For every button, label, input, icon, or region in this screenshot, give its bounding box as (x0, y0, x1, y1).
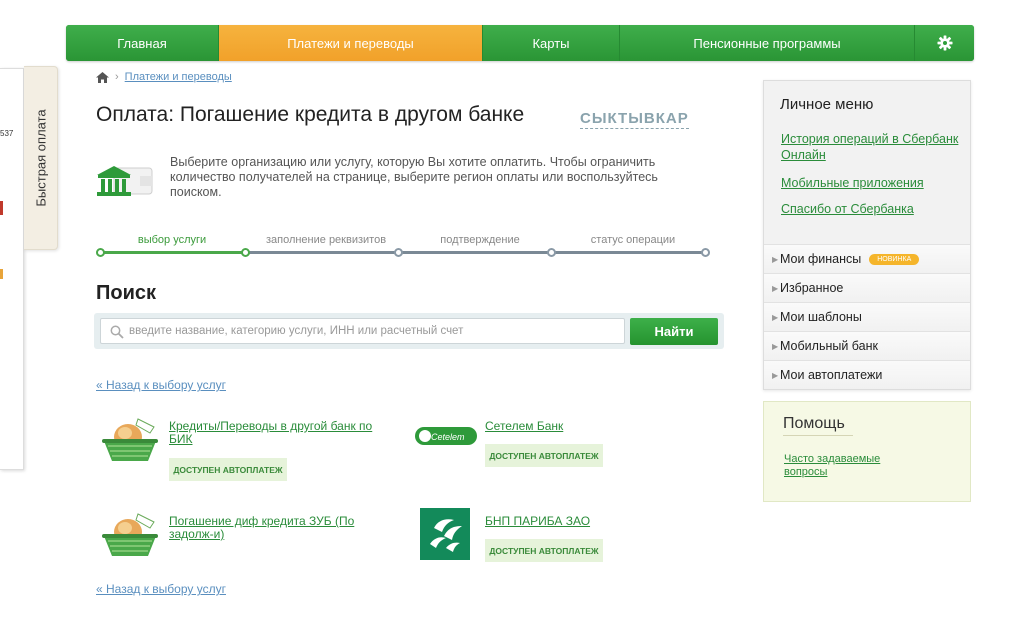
menu-link-spasibo[interactable]: Спасибо от Сбербанка (781, 201, 961, 217)
step-label-select: выбор услуги (137, 234, 207, 246)
service-name[interactable]: Погашение диф кредита ЗУБ (По задолж-и) (169, 515, 369, 541)
cetelem-logo-text: Cetelem (431, 432, 465, 442)
new-badge: НОВИНКА (869, 253, 920, 265)
menu-link-mobile-apps[interactable]: Мобильные приложения (781, 175, 961, 191)
menu-link-history[interactable]: История операций в Сбербанк Онлайн (781, 131, 961, 163)
quick-pay-marker (0, 269, 3, 279)
autopay-badge: ДОСТУПЕН АВТОПЛАТЕЖ (169, 458, 287, 481)
back-to-services-link[interactable]: « Назад к выбору услуг (96, 378, 226, 392)
help-faq-link[interactable]: Часто задаваемые вопросы (784, 453, 904, 479)
quick-pay-fragment: 537 (0, 129, 14, 138)
search-input[interactable]: введите название, категорию услуги, ИНН … (100, 318, 625, 344)
breadcrumb-separator: › (115, 71, 119, 83)
service-item[interactable]: Кредиты/Переводы в другой банк по БИК ДО… (96, 413, 396, 488)
menu-item-label: Мои шаблоны (780, 310, 862, 324)
quick-pay-tab[interactable]: Быстрая оплата (24, 66, 58, 250)
service-item[interactable]: БНП ПАРИБА ЗАО ДОСТУПЕН АВТОПЛАТЕЖ (413, 508, 613, 568)
basket-icon (102, 418, 158, 461)
help-title: Помощь (783, 415, 845, 432)
step-dot (96, 248, 105, 257)
personal-menu: Личное меню История операций в Сбербанк … (763, 80, 971, 390)
region-selector[interactable]: СЫКТЫВКАР (580, 110, 689, 129)
nav-item-pension[interactable]: Пенсионные программы (620, 25, 915, 61)
menu-item-label: Мои финансы (780, 252, 862, 266)
menu-item-templates[interactable]: ▶ Мои шаблоны (764, 302, 970, 331)
personal-menu-title: Личное меню (780, 96, 874, 113)
chevron-right-icon: ▶ (772, 283, 779, 293)
search-placeholder: введите название, категорию услуги, ИНН … (129, 325, 464, 337)
menu-item-autopayments[interactable]: ▶ Мои автоплатежи (764, 360, 970, 389)
search-icon (110, 325, 124, 339)
menu-item-mobile-bank[interactable]: ▶ Мобильный банк (764, 331, 970, 360)
service-name[interactable]: Кредиты/Переводы в другой банк по БИК (169, 420, 379, 446)
quick-pay-panel: 537 (0, 68, 24, 470)
step-line-pending (246, 251, 702, 254)
nav-item-home[interactable]: Главная (66, 25, 219, 61)
quick-pay-tab-label: Быстрая оплата (33, 109, 48, 207)
bank-icon (97, 166, 153, 196)
intro-text: Выберите организацию или услугу, которую… (170, 155, 658, 199)
personal-menu-header: Личное меню История операций в Сбербанк … (764, 81, 970, 244)
menu-item-favorites[interactable]: ▶ Избранное (764, 273, 970, 302)
cetelem-logo: Cetelem (415, 427, 477, 445)
page-title: Оплата: Погашение кредита в другом банке (96, 103, 525, 126)
step-label-status: статус операции (590, 234, 676, 246)
progress-steps: выбор услуги заполнение реквизитов подтв… (96, 232, 712, 262)
settings-button[interactable] (915, 25, 974, 61)
home-icon[interactable] (96, 71, 109, 83)
autopay-badge: ДОСТУПЕН АВТОПЛАТЕЖ (485, 444, 603, 467)
step-label-details: заполнение реквизитов (265, 234, 387, 246)
search-button[interactable]: Найти (630, 318, 718, 345)
nav-item-payments[interactable]: Платежи и переводы (219, 25, 483, 61)
gear-icon (937, 35, 952, 51)
step-dot (701, 248, 710, 257)
menu-item-finances[interactable]: ▶ Мои финансы НОВИНКА (764, 244, 970, 273)
chevron-right-icon: ▶ (772, 254, 779, 264)
bnp-paribas-logo (420, 508, 470, 560)
chevron-right-icon: ▶ (772, 341, 779, 351)
service-item[interactable]: Cetelem Сетелем Банк ДОСТУПЕН АВТОПЛАТЕЖ (413, 413, 613, 473)
search-title: Поиск (96, 282, 157, 304)
main-nav: Главная Платежи и переводы Карты Пенсион… (66, 25, 974, 61)
menu-item-label: Избранное (780, 281, 844, 295)
menu-item-label: Мои автоплатежи (780, 368, 883, 382)
step-dot (394, 248, 403, 257)
help-divider (783, 435, 853, 436)
service-name[interactable]: Сетелем Банк (485, 420, 605, 433)
chevron-right-icon: ▶ (772, 370, 779, 380)
step-dot (241, 248, 250, 257)
help-panel: Помощь Часто задаваемые вопросы (763, 401, 971, 502)
breadcrumb-link-payments[interactable]: Платежи и переводы (125, 71, 232, 83)
quick-pay-marker (0, 201, 3, 215)
chevron-right-icon: ▶ (772, 312, 779, 322)
service-item[interactable]: Погашение диф кредита ЗУБ (По задолж-и) (96, 508, 396, 568)
service-name[interactable]: БНП ПАРИБА ЗАО (485, 515, 605, 528)
autopay-badge: ДОСТУПЕН АВТОПЛАТЕЖ (485, 539, 603, 562)
basket-icon (102, 513, 158, 556)
search-bar: введите название, категорию услуги, ИНН … (94, 313, 724, 349)
step-line-done (100, 251, 246, 254)
back-to-services-link[interactable]: « Назад к выбору услуг (96, 582, 226, 596)
nav-item-cards[interactable]: Карты (483, 25, 620, 61)
step-dot (547, 248, 556, 257)
step-label-confirm: подтверждение (440, 234, 520, 246)
menu-item-label: Мобильный банк (780, 339, 878, 353)
breadcrumb: › Платежи и переводы (96, 71, 232, 83)
